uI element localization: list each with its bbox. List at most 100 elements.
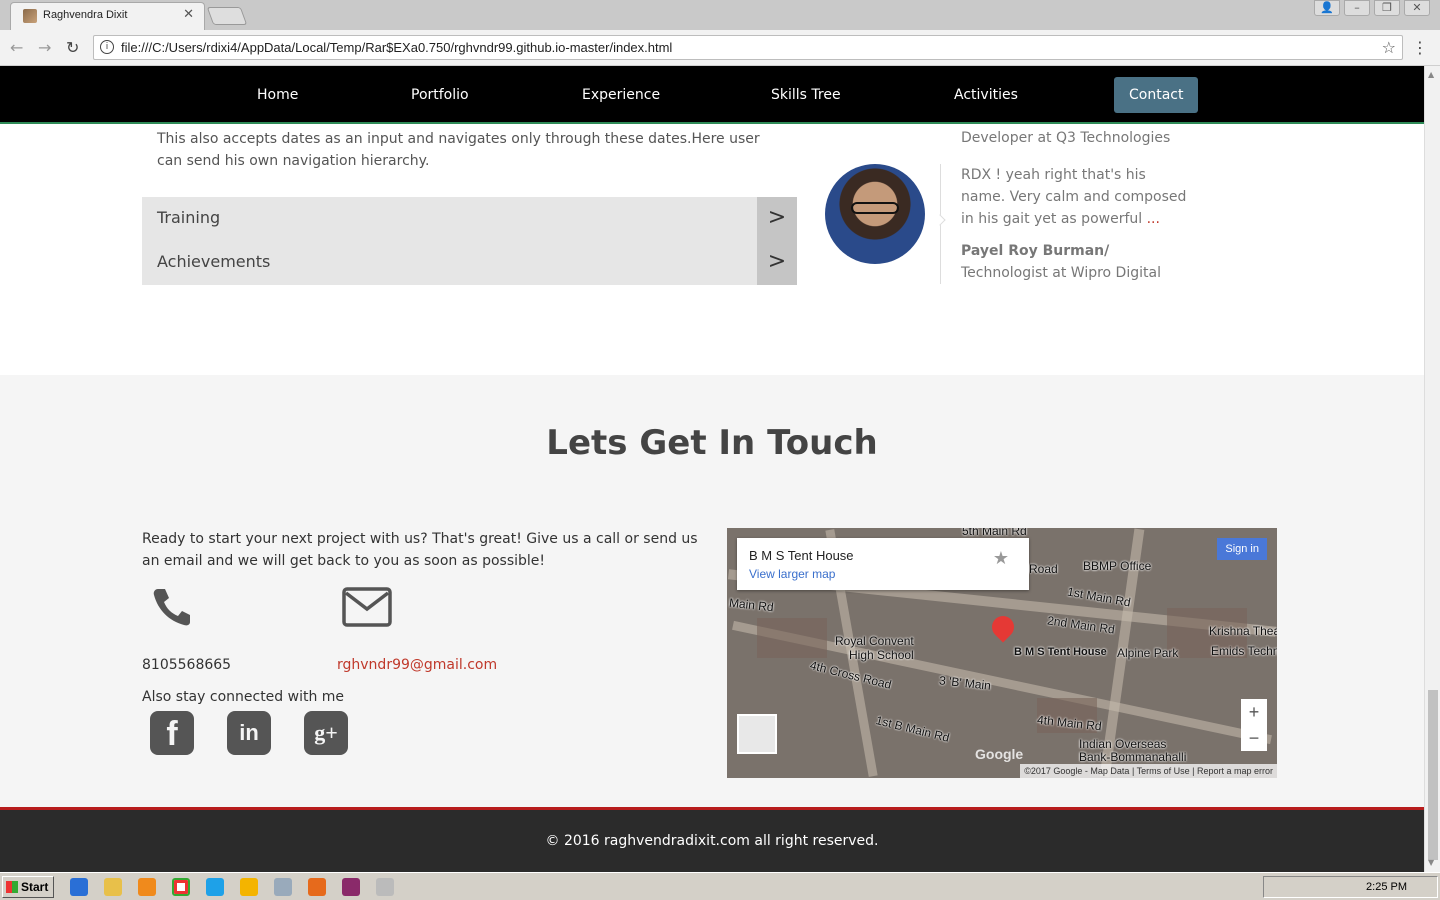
phone-icon[interactable] bbox=[150, 585, 194, 633]
contact-title: Lets Get In Touch bbox=[546, 423, 878, 463]
start-button[interactable]: Start bbox=[2, 876, 54, 898]
scroll-up-icon[interactable]: ▲ bbox=[1428, 70, 1434, 79]
media-player-icon[interactable] bbox=[138, 878, 156, 896]
map-place-name: B M S Tent House bbox=[749, 548, 854, 563]
contact-section: Lets Get In Touch Ready to start your ne… bbox=[0, 375, 1424, 807]
close-window-button[interactable]: ✕ bbox=[1404, 0, 1430, 16]
accordion-training[interactable]: Training > bbox=[142, 197, 797, 241]
clock[interactable]: 2:25 PM bbox=[1366, 881, 1407, 893]
scroll-thumb[interactable] bbox=[1428, 690, 1438, 860]
map-label: Krishna Theatre bbox=[1209, 624, 1277, 638]
restore-button[interactable]: ❐ bbox=[1374, 0, 1400, 16]
nav-skills-tree[interactable]: Skills Tree bbox=[756, 77, 856, 113]
chevron-right-icon[interactable]: > bbox=[757, 241, 797, 285]
map-label: Indian Overseas bbox=[1079, 737, 1167, 751]
nav-activities[interactable]: Activities bbox=[939, 77, 1033, 113]
close-tab-icon[interactable]: ✕ bbox=[183, 7, 194, 22]
google-logo: Google bbox=[975, 746, 1024, 762]
scroll-down-icon[interactable]: ▼ bbox=[1428, 858, 1434, 867]
accordion-label: Achievements bbox=[157, 252, 271, 271]
map-label: Royal Convent bbox=[835, 634, 914, 648]
linkedin-icon[interactable]: in bbox=[227, 711, 271, 755]
explorer-icon[interactable] bbox=[104, 878, 122, 896]
contact-intro: Ready to start your next project with us… bbox=[142, 531, 698, 569]
bookmark-star-icon[interactable]: ☆ bbox=[1382, 38, 1396, 57]
user-icon[interactable]: 👤 bbox=[1314, 0, 1340, 16]
tab-title: Raghvendra Dixit bbox=[43, 9, 128, 21]
map-label: Alpine Park bbox=[1117, 646, 1179, 660]
map-sign-in-button[interactable]: Sign in bbox=[1217, 538, 1267, 560]
new-tab-button[interactable] bbox=[206, 7, 248, 25]
ie-icon[interactable] bbox=[70, 878, 88, 896]
experience-description: This also accepts dates as an input and … bbox=[157, 131, 760, 169]
embedded-map[interactable]: 5th Main Rd Road BBMP Office 1st Main Rd… bbox=[727, 528, 1277, 778]
browser-tabstrip: Raghvendra Dixit ✕ 👤 – ❐ ✕ bbox=[0, 0, 1440, 30]
facebook-icon[interactable]: f bbox=[150, 711, 194, 755]
minimize-button[interactable]: – bbox=[1344, 0, 1370, 16]
zoom-out-button[interactable]: − bbox=[1241, 725, 1267, 751]
author-name: Payel Roy Burman/ bbox=[961, 243, 1110, 259]
map-label: B M S Tent House bbox=[1014, 646, 1107, 658]
info-icon[interactable]: i bbox=[100, 40, 114, 54]
url-text[interactable]: file:///C:/Users/rdixi4/AppData/Local/Te… bbox=[121, 40, 672, 55]
map-place-card: B M S Tent House View larger map ★ bbox=[737, 538, 1029, 590]
outlook-icon[interactable] bbox=[240, 878, 258, 896]
email-link[interactable]: rghvndr99@gmail.com bbox=[337, 657, 497, 673]
favicon-icon bbox=[23, 9, 37, 23]
top-navigation: Home Portfolio Experience Skills Tree Ac… bbox=[0, 66, 1424, 124]
browser-tab[interactable]: Raghvendra Dixit ✕ bbox=[10, 2, 205, 30]
chrome-icon[interactable] bbox=[172, 878, 190, 896]
googleplus-icon[interactable]: g+ bbox=[304, 711, 348, 755]
view-larger-map-link[interactable]: View larger map bbox=[749, 567, 835, 581]
forward-icon[interactable]: → bbox=[38, 38, 51, 57]
map-label: 5th Main Rd bbox=[962, 528, 1027, 538]
read-more-link[interactable]: ... bbox=[1147, 211, 1160, 227]
system-tray: 2:25 PM bbox=[1263, 876, 1438, 898]
browser-toolbar: ← → ↻ i file:///C:/Users/rdixi4/AppData/… bbox=[0, 30, 1440, 66]
map-label: BBMP Office bbox=[1083, 559, 1152, 573]
chevron-right-icon[interactable]: > bbox=[757, 197, 797, 241]
map-label: High School bbox=[849, 648, 914, 662]
author-role: Technologist at Wipro Digital bbox=[961, 265, 1161, 281]
nav-home[interactable]: Home bbox=[242, 77, 313, 113]
nav-experience[interactable]: Experience bbox=[567, 77, 675, 113]
map-label: Bank-Bommanahalli bbox=[1079, 750, 1187, 764]
save-star-icon[interactable]: ★ bbox=[993, 548, 1009, 569]
app-icon[interactable] bbox=[376, 878, 394, 896]
map-attribution[interactable]: ©2017 Google - Map Data | Terms of Use |… bbox=[1020, 764, 1277, 778]
page-footer: © 2016 raghvendradixit.com all right res… bbox=[0, 807, 1424, 872]
social-heading: Also stay connected with me bbox=[142, 689, 345, 705]
map-marker-icon[interactable] bbox=[987, 611, 1019, 643]
previous-testimonial-role: Developer at Q3 Technologies bbox=[961, 130, 1171, 146]
app-icon[interactable] bbox=[274, 878, 292, 896]
skype-icon[interactable] bbox=[206, 878, 224, 896]
zoom-in-button[interactable]: + bbox=[1241, 699, 1267, 725]
menu-icon[interactable]: ⋮ bbox=[1412, 38, 1428, 57]
map-label: Emids Techno bbox=[1211, 644, 1277, 658]
firefox-icon[interactable] bbox=[308, 878, 326, 896]
windows-logo-icon bbox=[6, 881, 18, 893]
map-label: Road bbox=[1029, 562, 1058, 576]
page-viewport: Home Portfolio Experience Skills Tree Ac… bbox=[0, 66, 1424, 872]
address-bar[interactable]: i file:///C:/Users/rdixi4/AppData/Local/… bbox=[93, 35, 1403, 60]
map-layer-toggle[interactable] bbox=[737, 714, 777, 754]
os-taskbar: Start 2:25 PM bbox=[0, 872, 1440, 900]
testimonial-pointer bbox=[934, 214, 946, 226]
back-icon[interactable]: ← bbox=[10, 38, 23, 57]
window-controls: 👤 – ❐ ✕ bbox=[1314, 0, 1430, 16]
accordion-achievements[interactable]: Achievements > bbox=[142, 241, 797, 285]
map-label: 1st B Main Rd bbox=[874, 713, 951, 745]
testimonial-author: Payel Roy Burman/ Technologist at Wipro … bbox=[961, 240, 1191, 284]
reload-icon[interactable]: ↻ bbox=[66, 38, 79, 57]
nav-contact[interactable]: Contact bbox=[1114, 77, 1199, 113]
winrar-icon[interactable] bbox=[342, 878, 360, 896]
copyright-text: © 2016 raghvendradixit.com all right res… bbox=[545, 833, 879, 849]
nav-portfolio[interactable]: Portfolio bbox=[396, 77, 484, 113]
start-label: Start bbox=[21, 880, 49, 894]
map-label: Main Rd bbox=[728, 595, 775, 615]
page-scrollbar[interactable]: ▲ ▼ bbox=[1424, 66, 1440, 872]
testimonial-quote: RDX ! yeah right that's his name. Very c… bbox=[961, 164, 1191, 230]
phone-number: 8105568665 bbox=[142, 657, 232, 673]
envelope-icon[interactable] bbox=[341, 585, 393, 633]
accordion-label: Training bbox=[157, 208, 221, 227]
